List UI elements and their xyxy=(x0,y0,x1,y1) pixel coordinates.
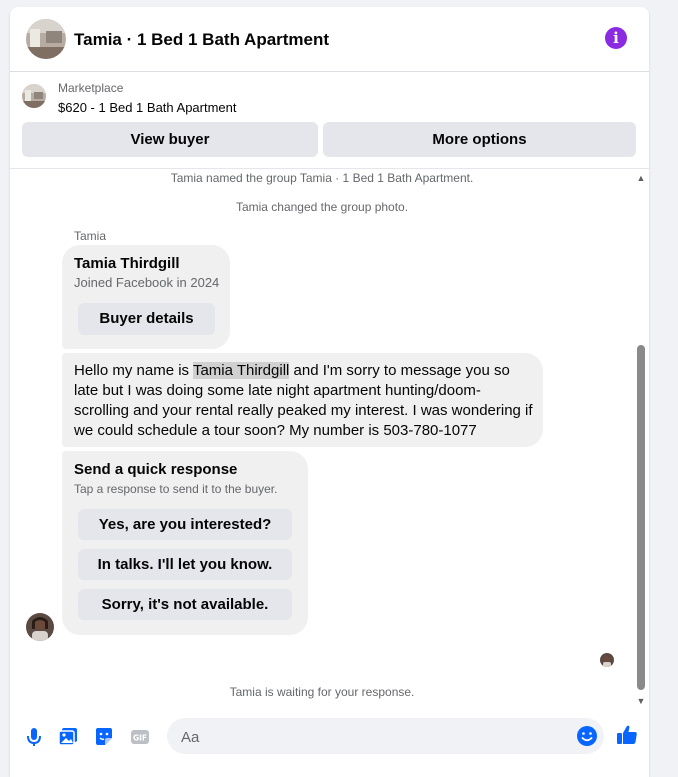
svg-text:GIF: GIF xyxy=(133,734,147,743)
listing-title[interactable]: $620 - 1 Bed 1 Bath Apartment xyxy=(58,100,237,115)
message-list: Tamia named the group Tamia · 1 Bed 1 Ba… xyxy=(10,169,634,707)
chat-title: Tamia · 1 Bed 1 Bath Apartment xyxy=(74,30,330,49)
read-receipt-avatar xyxy=(600,653,614,667)
thumbs-up-icon[interactable] xyxy=(615,723,639,747)
view-buyer-button[interactable]: View buyer xyxy=(22,122,318,157)
info-icon[interactable]: i xyxy=(605,27,627,49)
listing-thumbnail[interactable] xyxy=(22,84,46,108)
waiting-status: Tamia is waiting for your response. xyxy=(229,685,415,699)
profile-card: Tamia Thirdgill Joined Facebook in 2024 … xyxy=(62,245,230,349)
scrollbar[interactable]: ▲ ▼ xyxy=(634,169,648,709)
profile-name: Tamia Thirdgill xyxy=(74,255,180,272)
chat-header: Tamia · 1 Bed 1 Bath Apartment i xyxy=(10,7,649,72)
mic-icon[interactable] xyxy=(22,725,46,749)
scroll-down-arrow-icon[interactable]: ▼ xyxy=(636,696,646,706)
photo-icon[interactable] xyxy=(56,725,80,749)
sender-name: Tamia xyxy=(74,229,107,243)
marketplace-banner: Marketplace $620 - 1 Bed 1 Bath Apartmen… xyxy=(10,72,649,169)
scroll-up-arrow-icon[interactable]: ▲ xyxy=(636,173,646,183)
message-input[interactable] xyxy=(179,718,563,756)
chat-window: Tamia · 1 Bed 1 Bath Apartment i Marketp… xyxy=(10,7,649,777)
quick-response-title: Send a quick response xyxy=(74,461,238,478)
buyer-details-button[interactable]: Buyer details xyxy=(78,303,215,335)
system-message-named: Tamia named the group Tamia · 1 Bed 1 Ba… xyxy=(170,171,474,185)
quick-response-option[interactable]: In talks. I'll let you know. xyxy=(78,549,292,580)
sticker-icon[interactable] xyxy=(92,725,116,749)
marketplace-label: Marketplace xyxy=(58,81,124,95)
profile-joined: Joined Facebook in 2024 xyxy=(74,275,220,290)
system-message-photo: Tamia changed the group photo. xyxy=(235,200,409,214)
quick-response-option[interactable]: Sorry, it's not available. xyxy=(78,589,292,620)
scrollbar-thumb[interactable] xyxy=(637,345,645,690)
more-options-button[interactable]: More options xyxy=(323,122,636,157)
group-avatar[interactable] xyxy=(26,19,66,59)
message-input-wrapper xyxy=(167,718,604,756)
message-text: Hello my name is Tamia Thirdgill and I'm… xyxy=(74,361,534,441)
quick-response-subtitle: Tap a response to send it to the buyer. xyxy=(74,482,278,496)
emoji-icon[interactable] xyxy=(576,725,598,747)
sender-avatar[interactable] xyxy=(26,613,54,641)
composer: GIF xyxy=(10,709,649,769)
quick-response-card: Send a quick response Tap a response to … xyxy=(62,451,308,635)
message-text-highlight: Tamia Thirdgill xyxy=(192,362,290,379)
message-text-before: Hello my name is xyxy=(74,362,193,379)
gif-icon[interactable]: GIF xyxy=(128,725,152,749)
quick-response-option[interactable]: Yes, are you interested? xyxy=(78,509,292,540)
message-bubble[interactable]: Hello my name is Tamia Thirdgill and I'm… xyxy=(62,353,543,447)
